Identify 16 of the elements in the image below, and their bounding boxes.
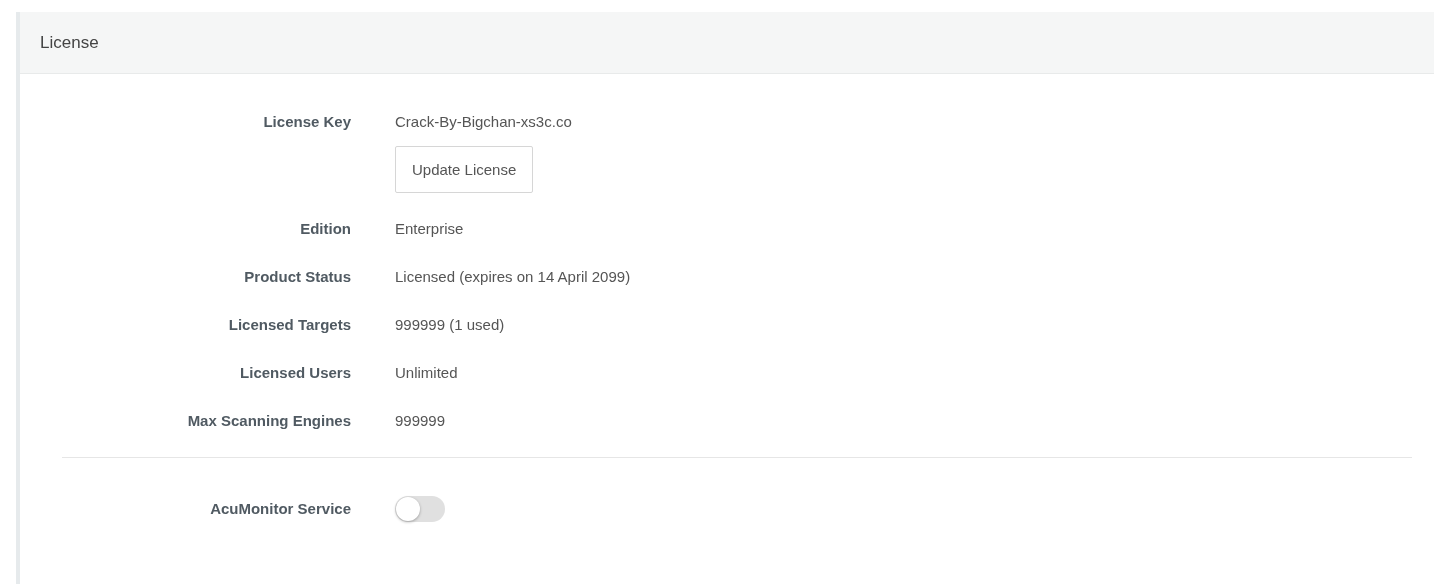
field-value: 999999 bbox=[395, 411, 446, 431]
field-label: Product Status bbox=[243, 267, 351, 287]
update-license-button[interactable]: Update License bbox=[395, 146, 534, 193]
field-value: Enterprise bbox=[395, 219, 464, 239]
field-value: Crack-By-Bigchan-xs3c.co bbox=[395, 112, 572, 132]
field-label: Max Scanning Engines bbox=[186, 411, 351, 431]
field-value: Unlimited bbox=[395, 363, 458, 383]
field-label: Licensed Targets bbox=[227, 315, 351, 335]
field-value: 999999 (1 used) bbox=[395, 315, 505, 335]
field-label: Edition bbox=[299, 219, 351, 239]
field-value: Licensed (expires on 14 April 2099) bbox=[395, 267, 631, 287]
toggle-switch[interactable] bbox=[395, 496, 445, 522]
field-label: AcuMonitor Service bbox=[209, 499, 351, 519]
panel-title: License bbox=[40, 32, 99, 53]
field-label: License Key bbox=[262, 112, 351, 132]
field-label: Licensed Users bbox=[239, 363, 351, 383]
